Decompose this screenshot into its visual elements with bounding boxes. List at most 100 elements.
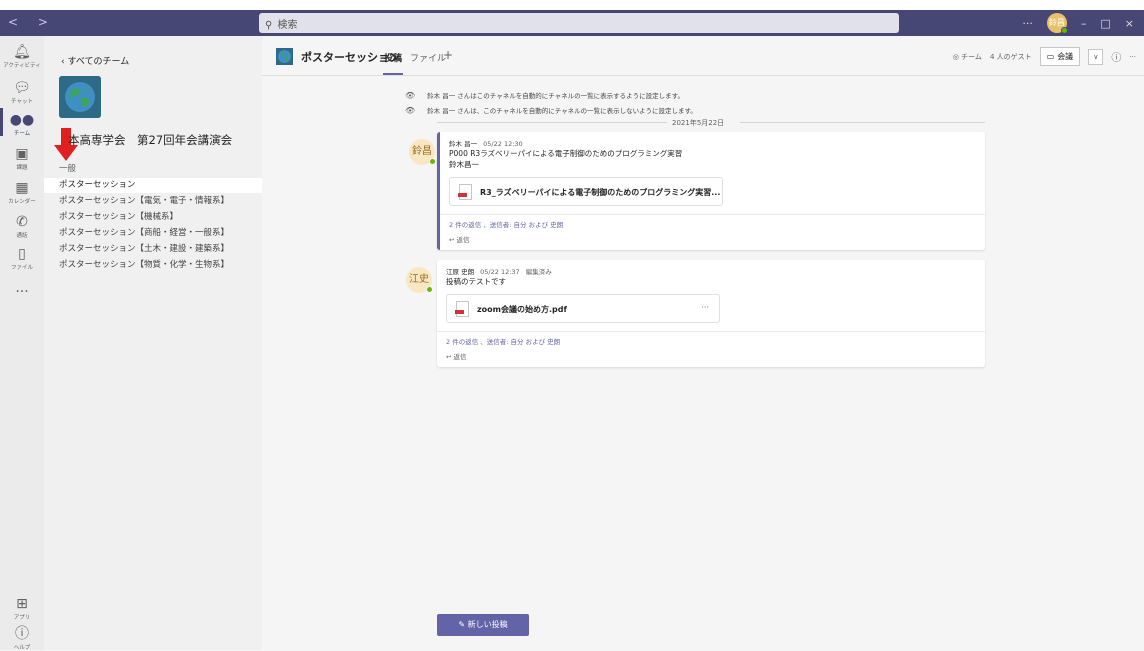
back-forward-nav[interactable]: < > [8, 15, 56, 29]
rail-item-help[interactable]: ⓘ ヘルプ [0, 626, 44, 651]
rail-item-calendar[interactable]: ▦ カレンダー [0, 180, 44, 205]
post-card[interactable]: 鈴昌 鈴木 昌一 05/22 12:30 P000 R3ラズベリーパイによる電子… [409, 132, 985, 250]
phone-icon: ✆ [16, 214, 28, 230]
more-icon: ··· [15, 284, 29, 300]
post-text-line: 鈴木昌一 [449, 160, 479, 169]
channel-mechanical[interactable]: ポスターセッション【機械系】 [44, 210, 262, 225]
avatar-initials: 鈴昌 [1048, 18, 1065, 27]
back-to-all-teams[interactable]: ‹ すべてのチーム [61, 54, 129, 67]
meet-button[interactable]: ▭ 会議 [1039, 47, 1081, 66]
file-attachment[interactable]: R3_ラズベリーパイによる電子制御のためのプログラミング実習... ··· [449, 177, 723, 206]
team-more-options-icon[interactable]: ··· [216, 132, 226, 143]
presence-available-icon [1060, 27, 1068, 34]
active-tab-indicator [383, 73, 403, 75]
app-rail: 🔔︎ アクティビティ 💬︎ チャット ●● チーム ▣ 課題 ▦ カレンダー ✆… [0, 36, 44, 651]
presence-available-icon [426, 286, 433, 293]
rail-label: アプリ [13, 615, 31, 621]
channel-chemistry[interactable]: ポスターセッション【物質・化学・生物系】 [44, 258, 262, 273]
channel-poster-session[interactable]: ポスターセッション [44, 178, 262, 193]
channel-maritime[interactable]: ポスターセッション【商船・経営・一般系】 [44, 226, 262, 241]
system-message: 👁︎ 鈴木 昌一 さんはこのチャネルを自動的にチャネルの一覧に表示するように設定し… [405, 90, 684, 100]
maximize-button[interactable]: □ [1100, 17, 1110, 30]
replies-link[interactable]: 2 件の返信 、送信者: 自分 および 史朗 [449, 219, 976, 229]
reply-button[interactable]: ↩ 返信 [446, 351, 976, 361]
rail-item-chat[interactable]: 💬︎ チャット [0, 80, 44, 105]
title-bar: < > ⚲ 検索 ··· 鈴昌 – □ × [0, 0, 1144, 40]
reply-button[interactable]: ↩ 返信 [449, 234, 976, 244]
rail-item-activity[interactable]: 🔔︎ アクティビティ [0, 44, 44, 69]
compose-icon: ✎ [458, 620, 468, 629]
attachment-name: zoom会議の始め方.pdf [477, 305, 567, 314]
title-bar-strip: < > ⚲ 検索 ··· 鈴昌 – □ × [0, 10, 1144, 36]
rail-label: チーム [13, 131, 31, 137]
new-post-label: 新しい投稿 [467, 620, 508, 629]
rail-item-more[interactable]: ··· [0, 284, 44, 300]
attachment-name: R3_ラズベリーパイによる電子制御のためのプログラミング実習... [480, 188, 721, 197]
post-meta: 鈴木 昌一 05/22 12:30 [449, 138, 976, 148]
rail-item-calls[interactable]: ✆ 通話 [0, 214, 44, 239]
eye-icon: ◎ [952, 52, 962, 61]
rail-label: ファイル [10, 265, 33, 271]
profile-avatar[interactable]: 鈴昌 [1046, 13, 1068, 34]
rail-item-assignments[interactable]: ▣ 課題 [0, 146, 44, 171]
teams-icon: ●● [9, 112, 35, 128]
rail-item-apps[interactable]: ⊞ アプリ [0, 596, 44, 621]
channel-civil[interactable]: ポスターセッション【土木・建設・建築系】 [44, 242, 262, 257]
assignments-icon: ▣ [15, 146, 29, 162]
team-name[interactable]: 本高専学会 第27回年会講演会 [68, 132, 232, 148]
tab-posts[interactable]: 投稿 [384, 51, 402, 64]
reply-icon: ↩ [449, 236, 457, 244]
replies-link[interactable]: 2 件の返信 、送信者: 自分 および 史朗 [446, 336, 976, 346]
guests-button[interactable]: 4 人のゲスト [990, 52, 1032, 62]
minimize-button[interactable]: – [1081, 17, 1087, 30]
post-author[interactable]: 江原 史朗 [446, 268, 474, 276]
attachment-more-icon[interactable]: ··· [701, 303, 709, 312]
rail-item-teams[interactable]: ●● チーム [0, 112, 44, 137]
titlebar-controls: ··· 鈴昌 – □ × [1022, 10, 1144, 36]
more-options-icon[interactable]: ··· [1129, 53, 1136, 61]
rail-label: カレンダー [8, 199, 36, 205]
reply-label: 返信 [456, 236, 470, 244]
meet-label: 会議 [1057, 52, 1074, 61]
date-divider: 2021年5月22日 [672, 119, 725, 127]
avatar-initials: 鈴昌 [412, 146, 432, 157]
edited-label: 編集済み [525, 268, 552, 276]
channel-globe-icon [276, 48, 293, 65]
search-input[interactable]: ⚲ 検索 [259, 13, 899, 33]
date-divider-line [437, 122, 667, 123]
tab-files[interactable]: ファイル [410, 51, 446, 64]
rail-label: アクティビティ [3, 63, 41, 69]
video-camera-icon: ▭ [1046, 52, 1055, 61]
post-meta: 江原 史朗 05/22 12:37 編集済み [446, 266, 976, 276]
file-attachment[interactable]: zoom会議の始め方.pdf ··· [446, 294, 720, 323]
new-post-button[interactable]: ✎ 新しい投稿 [437, 614, 529, 636]
post-body: 江原 史朗 05/22 12:37 編集済み 投稿のテストです zoom会議の始… [437, 260, 985, 323]
more-options-icon[interactable]: ··· [1022, 17, 1033, 30]
avatar[interactable]: 江史 [406, 267, 433, 293]
calendar-icon: ▦ [15, 180, 29, 196]
team-button[interactable]: ◎ チーム [953, 52, 982, 62]
system-message-text: 鈴木 昌一 さんはこのチャネルを自動的にチャネルの一覧に表示するように設定します… [427, 92, 685, 100]
header-actions: ◎ チーム 4 人のゲスト ▭ 会議 ∨ ⓘ ··· [953, 47, 1136, 66]
channel-general[interactable]: 一般 [44, 162, 262, 177]
attachment-more-icon[interactable]: ··· [704, 186, 712, 195]
avatar[interactable]: 鈴昌 [409, 139, 436, 165]
post-time: 05/22 12:37 [480, 268, 520, 276]
meet-dropdown-button[interactable]: ∨ [1088, 48, 1104, 65]
search-placeholder: 検索 [277, 20, 298, 31]
close-button[interactable]: × [1125, 17, 1134, 30]
team-logo-globe-icon [59, 76, 101, 118]
rail-item-files[interactable]: ▯ ファイル [0, 246, 44, 271]
avatar-initials: 江史 [409, 274, 429, 285]
post-footer: 2 件の返信 、送信者: 自分 および 史朗 ↩ 返信 [437, 331, 985, 367]
info-icon[interactable]: ⓘ [1111, 49, 1121, 64]
post-author[interactable]: 鈴木 昌一 [449, 140, 477, 148]
channel-header: ポスターセッション 投稿 ファイル + ◎ チーム 4 人のゲスト ▭ 会議 ∨ … [262, 36, 1144, 76]
system-message-text: 鈴木 昌一 さんは、このチャネルを自動的にチャネルの一覧に表示しないように設定し… [427, 107, 697, 115]
channel-electrical[interactable]: ポスターセッション【電気・電子・情報系】 [44, 194, 262, 209]
add-tab-button[interactable]: + [443, 48, 453, 62]
rail-label: 課題 [16, 165, 28, 171]
teams-sidebar: ‹ すべてのチーム 本高専学会 第27回年会講演会 ··· 一般 ポスターセッシ… [44, 36, 262, 650]
pdf-file-icon [458, 184, 472, 200]
post-card[interactable]: 江史 江原 史朗 05/22 12:37 編集済み 投稿のテストです zoom会… [406, 260, 985, 367]
